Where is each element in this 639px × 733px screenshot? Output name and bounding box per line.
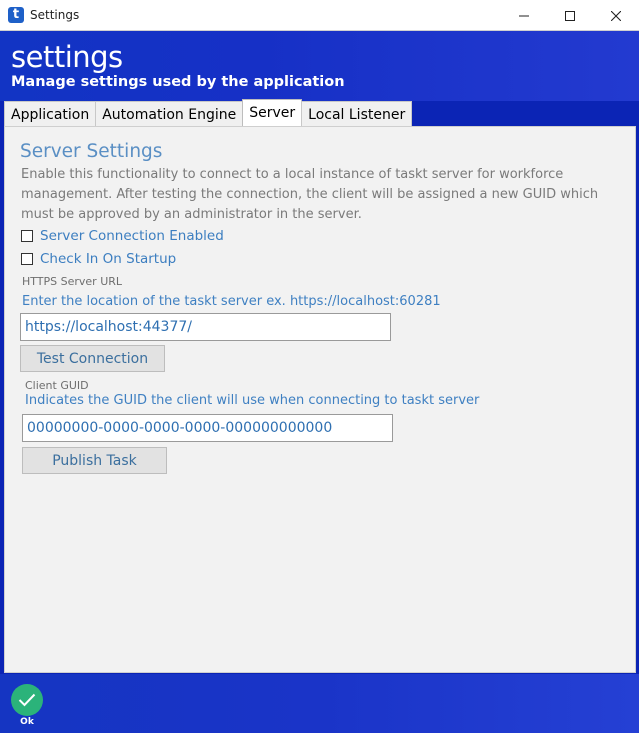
check-in-on-startup-checkbox[interactable]: Check In On Startup (21, 251, 176, 267)
tab-automation-engine[interactable]: Automation Engine (95, 101, 244, 127)
ok-button[interactable]: Ok (11, 684, 43, 727)
tab-application[interactable]: Application (4, 101, 97, 127)
settings-tabs: Application Automation Engine Server Loc… (4, 99, 413, 127)
section-description: Enable this functionality to connect to … (21, 167, 599, 222)
close-button[interactable] (593, 0, 639, 31)
checkbox-label[interactable]: Server Connection Enabled (40, 228, 224, 244)
tab-server[interactable]: Server (242, 99, 303, 126)
app-logo-icon: t (8, 7, 24, 23)
window-title: Settings (30, 8, 80, 22)
settings-footer: Ok (0, 674, 639, 733)
close-icon (611, 10, 621, 21)
maximize-icon (565, 10, 575, 21)
client-guid-input[interactable] (22, 414, 393, 442)
ok-label[interactable]: Ok (11, 717, 43, 727)
window-controls (501, 0, 639, 31)
server-url-hint: Enter the location of the taskt server e… (22, 294, 441, 309)
server-url-input[interactable] (20, 313, 391, 341)
checkbox-label[interactable]: Check In On Startup (40, 251, 176, 267)
publish-task-button[interactable]: Publish Task (22, 447, 167, 474)
ok-circle[interactable] (11, 684, 43, 716)
minimize-icon (519, 15, 529, 16)
checkmark-icon (18, 693, 36, 707)
settings-header: settings Manage settings used by the app… (0, 31, 639, 101)
server-settings-panel: Server Settings Enable this functionalit… (4, 126, 636, 673)
window-titlebar: t Settings (0, 0, 639, 31)
client-guid-hint: Indicates the GUID the client will use w… (25, 393, 480, 408)
maximize-button[interactable] (547, 0, 593, 31)
page-subtitle: Manage settings used by the application (11, 74, 345, 90)
section-title: Server Settings (20, 141, 163, 162)
tab-local-listener[interactable]: Local Listener (301, 101, 413, 127)
checkbox-box[interactable] (21, 253, 33, 265)
page-title: settings (11, 40, 123, 74)
server-url-label: HTTPS Server URL (22, 275, 123, 288)
test-connection-button[interactable]: Test Connection (20, 345, 165, 372)
checkbox-box[interactable] (21, 230, 33, 242)
server-connection-enabled-checkbox[interactable]: Server Connection Enabled (21, 228, 224, 244)
minimize-button[interactable] (501, 0, 547, 31)
client-guid-label: Client GUID (25, 379, 89, 392)
